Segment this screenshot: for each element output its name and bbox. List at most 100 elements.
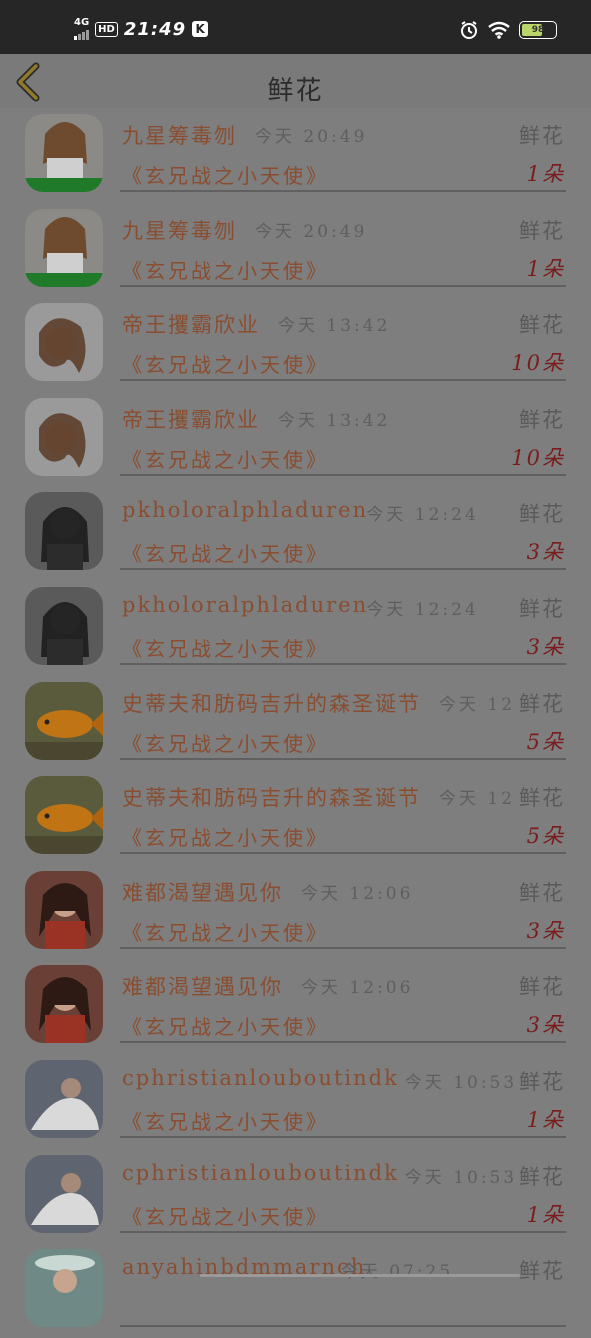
send-time: 今天 12 <box>439 789 516 810</box>
divider <box>120 284 566 287</box>
gift-kind: 鲜花 <box>519 691 565 716</box>
status-left: 4G HD 21:49 K <box>74 17 209 40</box>
avatar[interactable] <box>25 208 103 287</box>
avatar[interactable] <box>25 870 103 949</box>
gift-kind: 鲜花 <box>519 1259 565 1284</box>
sender-name[interactable]: 史蒂夫和肪码吉升的森圣诞节 <box>122 782 421 812</box>
avatar[interactable] <box>25 303 103 382</box>
flower-count: 10朵 <box>511 351 565 376</box>
book-title[interactable]: 《玄兄战之小天使》 <box>122 822 329 851</box>
send-time: 今天 13:42 <box>278 410 391 431</box>
book-title[interactable]: 《玄兄战之小天使》 <box>122 255 329 284</box>
avatar[interactable] <box>25 1059 103 1138</box>
k-app-icon: K <box>192 21 209 37</box>
avatar[interactable] <box>25 965 103 1044</box>
flower-count: 1朵 <box>526 1202 565 1227</box>
flower-count: 1朵 <box>526 256 565 281</box>
send-time: 今天 10:53 <box>404 1072 518 1093</box>
wifi-icon <box>488 21 510 39</box>
sender-name[interactable]: cphristianlouboutindk <box>122 1161 399 1185</box>
book-title[interactable]: 《玄兄战之小天使》 <box>122 728 329 757</box>
avatar[interactable] <box>25 776 103 855</box>
flower-gift-list[interactable]: 九星筹毒刎 今天 20:49 鲜花 《玄兄战之小天使》 1朵 九星筹毒刎 今天 20:49 鲜… <box>0 108 591 1338</box>
gift-kind: 鲜花 <box>519 975 565 1000</box>
signal-bars-icon <box>74 28 89 40</box>
list-item[interactable]: 史蒂夫和肪码吉升的森圣诞节 今天 12 鲜花 《玄兄战之小天使》 5朵 <box>0 770 591 865</box>
send-time: 今天 13:42 <box>278 316 391 337</box>
divider <box>120 1325 566 1328</box>
list-item[interactable]: 九星筹毒刎 今天 20:49 鲜花《玄兄战之小天使》 1朵 <box>0 108 591 203</box>
avatar[interactable] <box>25 586 103 665</box>
send-time: 今天 20:49 <box>255 127 368 147</box>
book-title[interactable]: 《玄兄战之小天使》 <box>122 444 329 473</box>
gift-kind: 鲜花 <box>519 1069 565 1094</box>
sender-name[interactable]: 九星筹毒刎 <box>122 120 237 150</box>
sender-name[interactable]: 难都渴望遇见你 <box>122 971 283 1001</box>
divider <box>120 1135 566 1138</box>
hd-badge: HD <box>95 21 118 37</box>
gift-kind: 鲜花 <box>519 313 565 338</box>
list-item[interactable]: anyahinbdmmarnch 今天 07:25 鲜花 <box>0 1243 591 1338</box>
list-item[interactable]: 史蒂夫和肪码吉升的森圣诞节 今天 12 鲜花 《玄兄战之小天使》 5朵 <box>0 676 591 771</box>
battery-level: 98 <box>531 25 545 35</box>
clock: 21:49 <box>123 18 187 40</box>
list-item[interactable]: 帝王攫霸欣业 今天 13:42 鲜花 《玄兄战之小天使》 10朵 <box>0 392 591 487</box>
list-item[interactable]: 帝王攫霸欣业 今天 13:42 鲜花《玄兄战之小天使》 10朵 <box>0 297 591 392</box>
flower-count: 1朵 <box>526 162 565 186</box>
network-type: 4G <box>74 17 90 28</box>
send-time: 今天 10:53 <box>404 1167 518 1188</box>
flower-count: 3朵 <box>526 918 565 943</box>
sender-name[interactable]: 史蒂夫和肪码吉升的森圣诞节 <box>122 688 421 718</box>
gift-kind: 鲜花 <box>519 596 565 621</box>
avatar[interactable] <box>25 114 103 192</box>
book-title[interactable]: 《玄兄战之小天使》 <box>122 917 329 946</box>
sender-name[interactable]: cphristianlouboutindk <box>122 1066 399 1090</box>
gift-kind: 鲜花 <box>519 124 565 148</box>
book-title[interactable]: 《玄兄战之小天使》 <box>122 1011 329 1040</box>
list-item[interactable]: 难都渴望遇见你 今天 12:06 鲜花 《玄兄战之小天使》 3朵 <box>0 865 591 960</box>
list-item[interactable]: cphristianlouboutindk 今天 10:53 鲜花《玄兄战之小天使》… <box>0 1054 591 1149</box>
flower-count: 3朵 <box>526 1013 565 1038</box>
avatar[interactable] <box>25 1249 103 1328</box>
divider <box>120 568 566 571</box>
book-title[interactable]: 《玄兄战之小天使》 <box>122 160 329 189</box>
send-time: 今天 12:24 <box>366 599 479 620</box>
list-item[interactable]: pkholoralphladuren 今天 12:24 鲜花 《玄兄战之小天使》 3朵 <box>0 486 591 581</box>
send-time: 今天 12:24 <box>366 505 479 526</box>
book-title[interactable]: 《玄兄战之小天使》 <box>122 349 329 378</box>
send-time: 今天 20:49 <box>255 221 368 242</box>
list-item[interactable]: cphristianlouboutindk 今天 10:53 鲜花《玄兄战之小天使》… <box>0 1149 591 1244</box>
divider <box>120 379 566 382</box>
avatar[interactable] <box>25 1154 103 1233</box>
gift-kind: 鲜花 <box>519 218 565 243</box>
book-title[interactable]: 《玄兄战之小天使》 <box>122 1106 329 1135</box>
sender-name[interactable]: pkholoralphladuren <box>122 593 368 617</box>
send-time: 今天 07:25 <box>340 1262 454 1283</box>
sender-name[interactable]: 帝王攫霸欣业 <box>122 309 260 339</box>
divider <box>120 757 566 760</box>
gift-kind: 鲜花 <box>519 502 565 527</box>
scrollbar[interactable] <box>200 1274 520 1277</box>
avatar[interactable] <box>25 397 103 476</box>
book-title[interactable]: 《玄兄战之小天使》 <box>122 1201 329 1230</box>
sender-name[interactable]: 九星筹毒刎 <box>122 215 237 245</box>
send-time: 今天 12 <box>439 694 516 715</box>
list-item[interactable]: 难都渴望遇见你 今天 12:06 鲜花《玄兄战之小天使》 3朵 <box>0 959 591 1054</box>
flower-count: 3朵 <box>526 634 565 659</box>
battery-icon: 98 <box>519 21 557 39</box>
flower-count: 10朵 <box>511 445 565 470</box>
avatar[interactable] <box>25 681 103 760</box>
sender-name[interactable]: 帝王攫霸欣业 <box>122 404 260 434</box>
gift-kind: 鲜花 <box>519 1164 565 1189</box>
book-title[interactable]: 《玄兄战之小天使》 <box>122 538 329 567</box>
book-title[interactable]: 《玄兄战之小天使》 <box>122 633 329 662</box>
send-time: 今天 12:06 <box>301 978 414 999</box>
avatar[interactable] <box>25 492 103 571</box>
divider <box>120 852 566 855</box>
sender-name[interactable]: 难都渴望遇见你 <box>122 877 283 907</box>
sender-name[interactable]: pkholoralphladuren <box>122 498 368 522</box>
list-item[interactable]: 九星筹毒刎 今天 20:49 鲜花《玄兄战之小天使》 1朵 <box>0 203 591 298</box>
list-item[interactable]: pkholoralphladuren 今天 12:24 鲜花《玄兄战之小天使》 3朵 <box>0 581 591 676</box>
status-bar: 4G HD 21:49 K 98 <box>0 0 591 54</box>
divider <box>120 1230 566 1233</box>
